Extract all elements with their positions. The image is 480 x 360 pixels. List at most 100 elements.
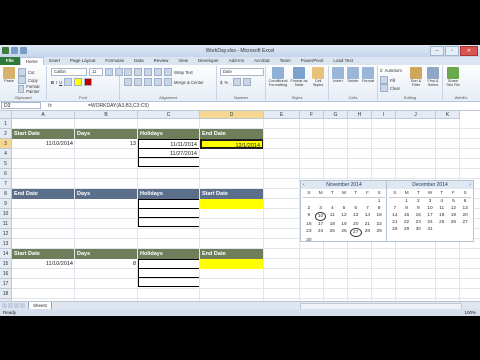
calendar-day[interactable]: 3	[424, 198, 436, 205]
fx-icon[interactable]: fx	[48, 102, 52, 110]
calendar-day[interactable]: 21	[362, 221, 374, 228]
tab-add-ins[interactable]: Add-Ins	[224, 57, 250, 65]
t1-header-end[interactable]: End Date	[200, 129, 264, 139]
column-header-k[interactable]: K	[436, 111, 460, 119]
first-sheet-icon[interactable]	[2, 303, 7, 308]
calendar-day[interactable]: 18	[326, 221, 338, 228]
calendar-day[interactable]: 9	[412, 205, 424, 212]
row-header-12[interactable]: 12	[0, 229, 12, 239]
tab-file[interactable]: File	[0, 57, 20, 65]
t1-start-value[interactable]: 11/10/2014	[12, 139, 75, 149]
align-right-icon[interactable]	[144, 78, 152, 86]
borders-icon[interactable]	[64, 78, 73, 86]
row-header-5[interactable]: 5	[0, 159, 12, 169]
t2-header-end[interactable]: End Date	[12, 189, 75, 199]
calendar-day[interactable]: 22	[373, 221, 385, 228]
t1-days-value[interactable]: 13	[75, 139, 138, 149]
row-header-6[interactable]: 6	[0, 169, 12, 179]
t1-header-start[interactable]: Start Date	[12, 129, 75, 139]
calendar-day[interactable]: 14	[362, 212, 374, 221]
copy-button[interactable]: Copy	[18, 76, 38, 84]
calendar-day[interactable]: 6	[459, 198, 471, 205]
tab-view[interactable]: View	[173, 57, 193, 65]
calendar-day[interactable]: 29	[401, 226, 413, 233]
row-header-14[interactable]: 14	[0, 249, 12, 259]
calendar-day[interactable]: 10	[424, 205, 436, 212]
tab-load-test[interactable]: Load Test	[328, 57, 357, 65]
calendar-day[interactable]: 27	[459, 219, 471, 226]
t3-header-start[interactable]: Start Date	[12, 249, 75, 259]
calendar-day[interactable]: 24	[315, 228, 327, 237]
calendar-day[interactable]: 17	[424, 212, 436, 219]
t3-header-days[interactable]: Days	[75, 249, 138, 259]
minimize-button[interactable]: –	[430, 46, 444, 56]
calendar-day[interactable]: 2	[303, 205, 315, 212]
comma-icon[interactable]: ,	[230, 80, 231, 85]
grow-font-icon[interactable]	[105, 68, 113, 76]
calendar-day[interactable]: 28	[362, 228, 374, 237]
select-all-corner[interactable]	[0, 111, 12, 119]
calendar-day[interactable]: 20	[459, 212, 471, 219]
tab-home[interactable]: Home	[19, 57, 44, 65]
calendar-day[interactable]: 12	[338, 212, 350, 221]
row-header-15[interactable]: 15	[0, 259, 12, 269]
formula-input[interactable]: =WORKDAY(A3,B3,C3:C5)	[88, 102, 149, 110]
row-header-9[interactable]: 9	[0, 199, 12, 209]
t2-holiday-3[interactable]	[138, 217, 200, 227]
calendar-day[interactable]: 21	[389, 219, 401, 226]
align-middle-icon[interactable]	[134, 68, 142, 76]
name-box[interactable]: D3	[1, 102, 41, 109]
indent-icon[interactable]	[154, 78, 162, 86]
orientation-icon[interactable]	[154, 68, 162, 76]
calendar-day[interactable]: 16	[303, 221, 315, 228]
t3-start-value[interactable]: 11/10/2014	[12, 259, 75, 269]
calendar-day[interactable]: 19	[448, 212, 460, 219]
sort-filter-button[interactable]: Sort & Filter	[408, 67, 424, 87]
calendar-day[interactable]: 8	[373, 205, 385, 212]
tab-page-layout[interactable]: Page Layout	[65, 57, 100, 65]
calendar-day[interactable]: 12	[448, 205, 460, 212]
calendar-day[interactable]: 10	[314, 212, 327, 221]
autosum-button[interactable]: Σ AutoSum	[380, 68, 402, 73]
calendar-day[interactable]: 31	[424, 226, 436, 233]
format-cells-button[interactable]: Format	[361, 67, 375, 83]
number-format-select[interactable]: Date	[220, 68, 264, 76]
calendar-day[interactable]: 28	[389, 226, 401, 233]
column-header-c[interactable]: C	[138, 111, 200, 119]
t1-end-value[interactable]: 12/1/2014	[200, 139, 264, 149]
tab-team[interactable]: Team	[275, 57, 296, 65]
t3-header-holidays[interactable]: Holidays	[138, 249, 200, 259]
calendar-day[interactable]: 23	[303, 228, 315, 237]
tab-insert[interactable]: Insert	[44, 57, 65, 65]
wrap-text-button[interactable]: Wrap Text	[174, 70, 193, 75]
calendar-day[interactable]: 26	[448, 219, 460, 226]
calendar-day[interactable]: 7	[362, 205, 374, 212]
calendar-day[interactable]: 15	[373, 212, 385, 221]
calendar-day[interactable]: 13	[459, 205, 471, 212]
fill-button[interactable]: Fill	[380, 76, 395, 84]
t3-header-end[interactable]: End Date	[200, 249, 264, 259]
tab-formulas[interactable]: Formulas	[100, 57, 129, 65]
column-header-b[interactable]: B	[75, 111, 138, 119]
t2-header-holidays[interactable]: Holidays	[138, 189, 200, 199]
t3-days-value[interactable]: 8	[75, 259, 138, 269]
calendar-day[interactable]: 2	[412, 198, 424, 205]
insert-cells-button[interactable]: Insert	[331, 67, 345, 83]
format-as-table-button[interactable]: Format as Table	[290, 67, 308, 87]
calendar-day[interactable]: 19	[338, 221, 350, 228]
next-sheet-icon[interactable]	[14, 303, 19, 308]
tab-acrobat[interactable]: Acrobat	[249, 57, 275, 65]
clear-button[interactable]: Clear	[380, 84, 400, 92]
calendar-day[interactable]: 17	[315, 221, 327, 228]
calendar-day[interactable]: 25	[326, 228, 338, 237]
align-center-icon[interactable]	[134, 78, 142, 86]
align-left-icon[interactable]	[124, 78, 132, 86]
calendar-day[interactable]: 27	[349, 228, 362, 237]
bold-button[interactable]: B	[51, 80, 54, 85]
calendar-day[interactable]: 29	[373, 228, 385, 237]
calendar-day[interactable]: 9	[303, 212, 315, 221]
calendar-day[interactable]: 1	[401, 198, 413, 205]
maximize-button[interactable]: ▫	[445, 46, 459, 56]
calendar-day[interactable]: 8	[401, 205, 413, 212]
zoom-level[interactable]: 100%	[464, 309, 476, 316]
